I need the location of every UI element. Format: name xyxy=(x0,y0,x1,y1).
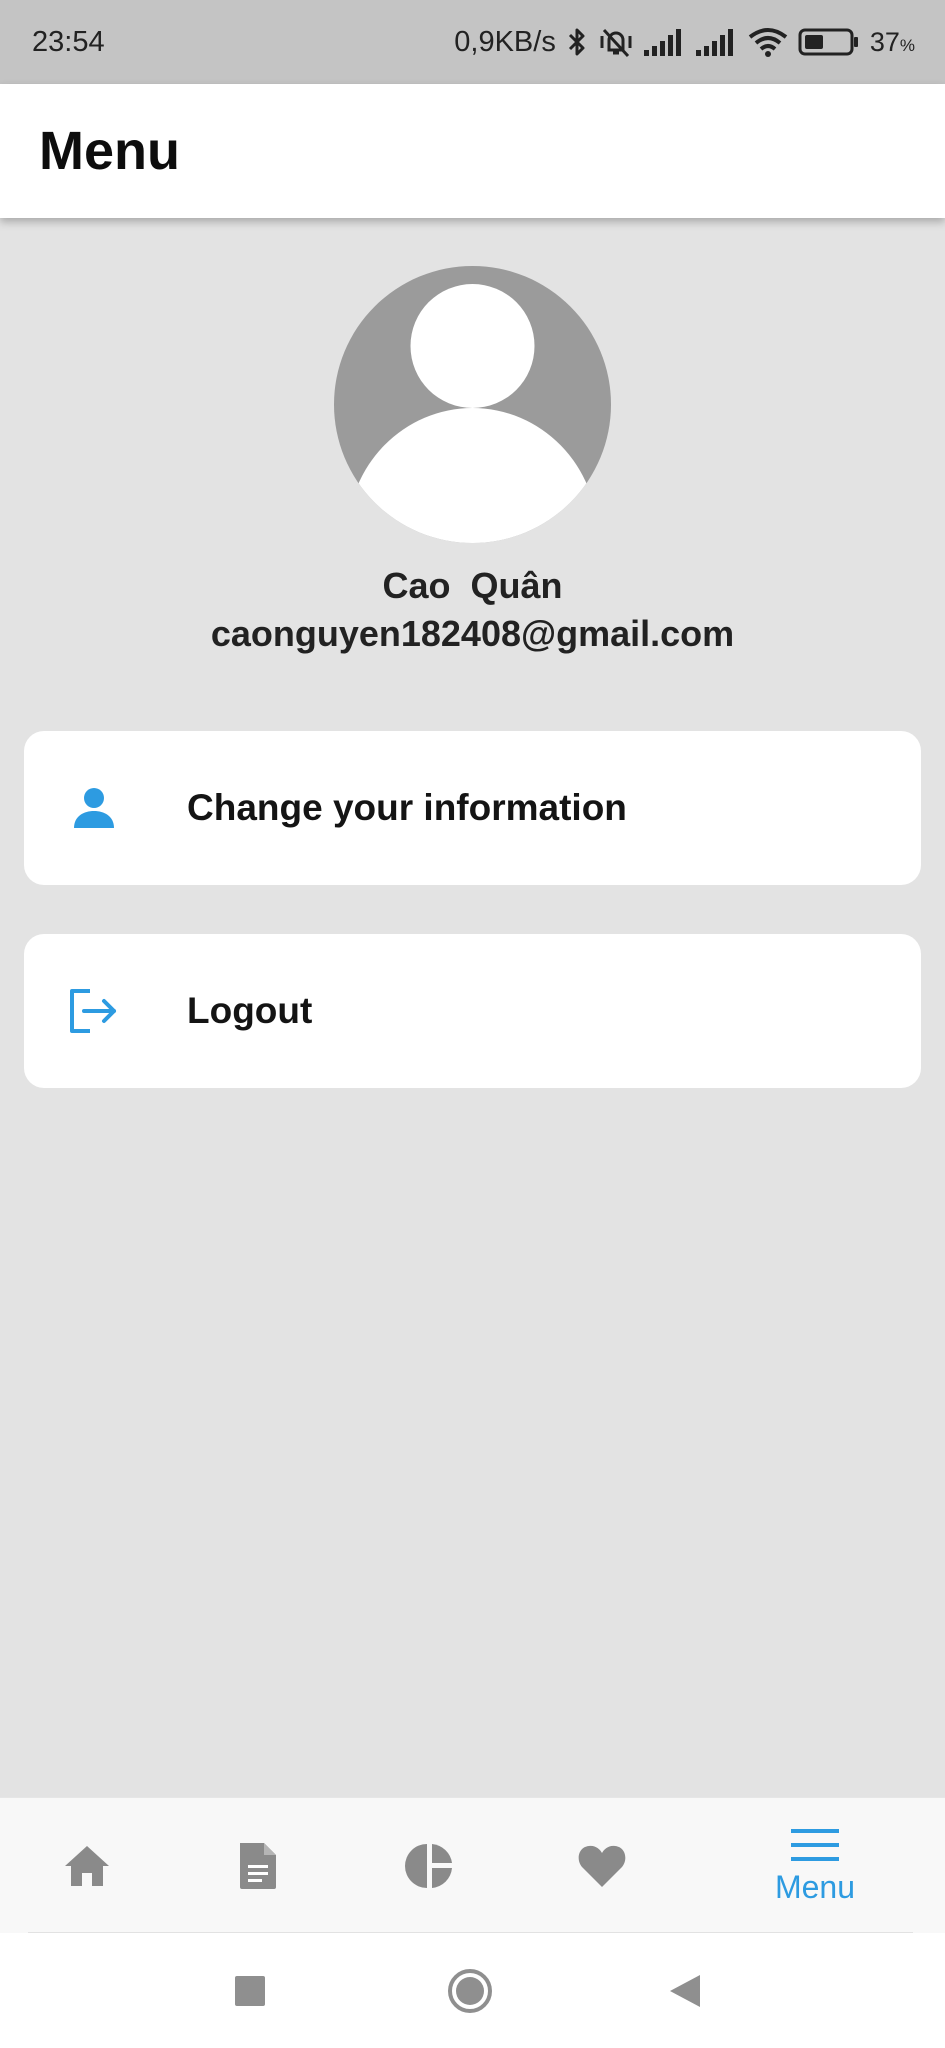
logout-icon xyxy=(66,983,122,1039)
status-icons: 0,9KB/s 37% xyxy=(454,26,915,59)
nav-menu-label: Menu xyxy=(774,1868,856,1905)
recents-button[interactable] xyxy=(220,1933,280,2048)
nav-favorites[interactable] xyxy=(560,1798,644,1934)
avatar xyxy=(334,266,611,543)
back-triangle-icon xyxy=(670,1974,700,2007)
home-system-button[interactable] xyxy=(440,1933,500,2048)
app-bar: Menu xyxy=(0,84,945,218)
recents-square-icon xyxy=(235,1975,265,2006)
system-nav-bar xyxy=(0,1933,945,2048)
mute-vibrate-icon xyxy=(598,26,634,58)
profile-name: Cao Quân xyxy=(382,565,563,606)
person-icon xyxy=(66,780,122,836)
profile-email: caonguyen182408@gmail.com xyxy=(210,613,735,654)
nav-home[interactable] xyxy=(45,1798,129,1934)
nav-menu[interactable]: Menu xyxy=(760,1798,870,1934)
network-speed: 0,9KB/s xyxy=(454,25,556,58)
change-information-button[interactable]: Change your information xyxy=(24,731,921,885)
bluetooth-icon xyxy=(566,26,588,58)
signal-icon xyxy=(695,28,738,56)
battery-icon xyxy=(798,28,860,56)
logout-button[interactable]: Logout xyxy=(24,934,921,1088)
heart-icon xyxy=(578,1845,626,1887)
wifi-icon xyxy=(748,27,788,57)
status-time: 23:54 xyxy=(32,25,105,58)
default-avatar-icon xyxy=(334,266,611,543)
page-title: Menu xyxy=(39,121,180,181)
signal-icon xyxy=(643,28,686,56)
home-icon xyxy=(65,1846,109,1886)
menu-icon xyxy=(791,1828,839,1861)
status-bar: 23:54 0,9KB/s 37% xyxy=(0,0,945,84)
logout-label: Logout xyxy=(187,990,313,1031)
nav-statistics[interactable] xyxy=(388,1798,472,1934)
back-button[interactable] xyxy=(655,1933,715,2048)
pie-chart-icon xyxy=(405,1844,452,1888)
change-information-label: Change your information xyxy=(187,787,627,828)
nav-documents[interactable] xyxy=(216,1798,300,1934)
battery-percent: 37% xyxy=(869,26,915,57)
document-icon xyxy=(240,1843,276,1889)
home-circle-icon xyxy=(448,1968,492,2013)
bottom-nav: Menu xyxy=(0,1797,945,1934)
